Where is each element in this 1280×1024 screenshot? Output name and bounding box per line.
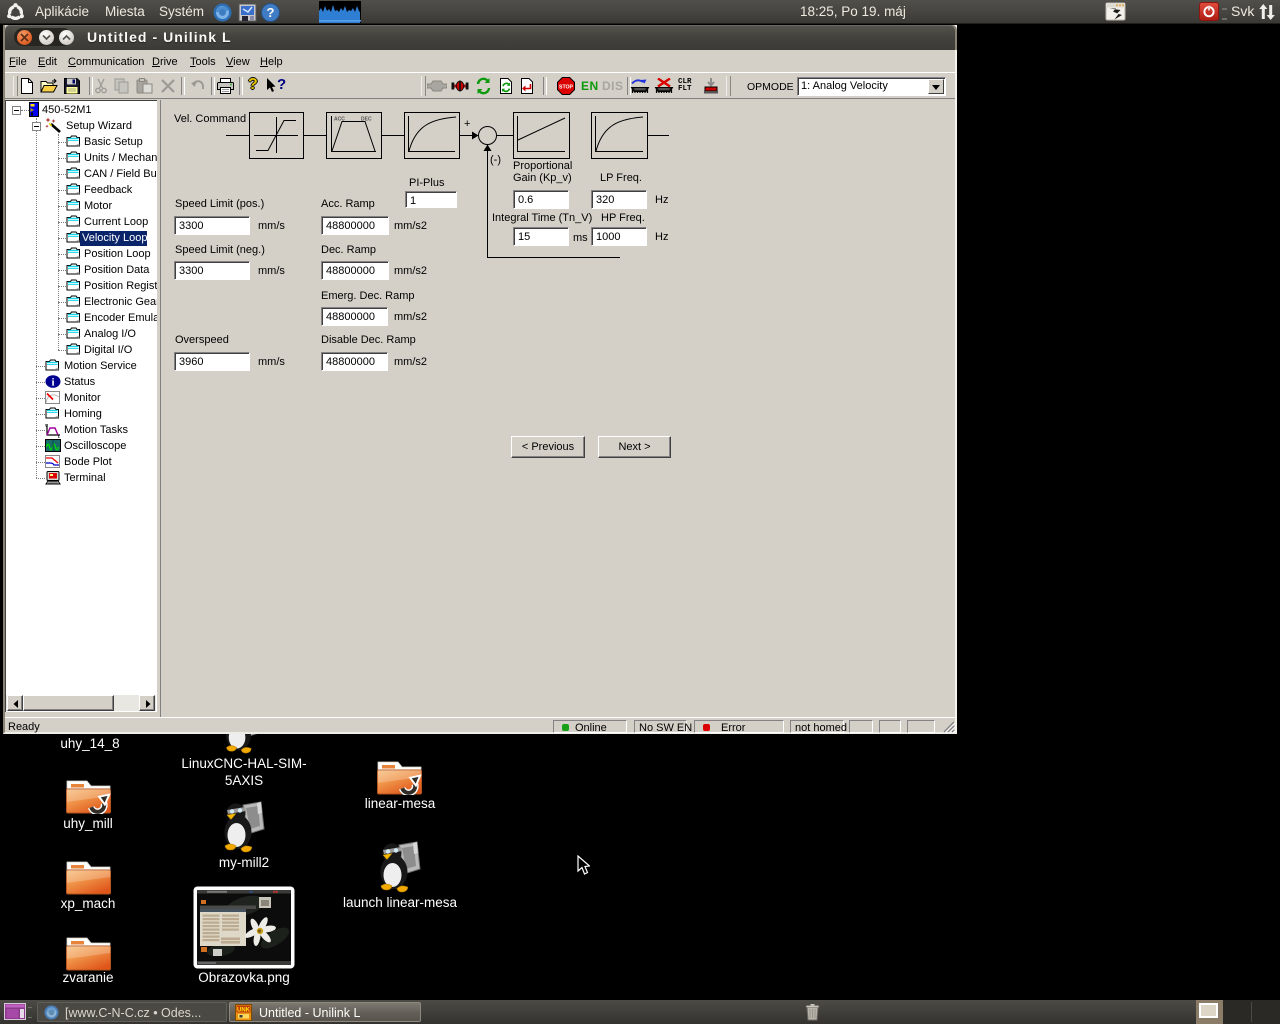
svg-text:STOP: STOP: [559, 85, 574, 91]
svg-text:+: +: [464, 118, 470, 130]
svg-text:(-): (-): [490, 154, 501, 166]
svg-text:DEC: DEC: [361, 117, 372, 123]
svg-text:i: i: [51, 377, 54, 389]
svg-text:?: ?: [267, 5, 275, 20]
svg-text:ACC: ACC: [334, 117, 345, 123]
svg-text:UNK: UNK: [237, 1008, 251, 1014]
